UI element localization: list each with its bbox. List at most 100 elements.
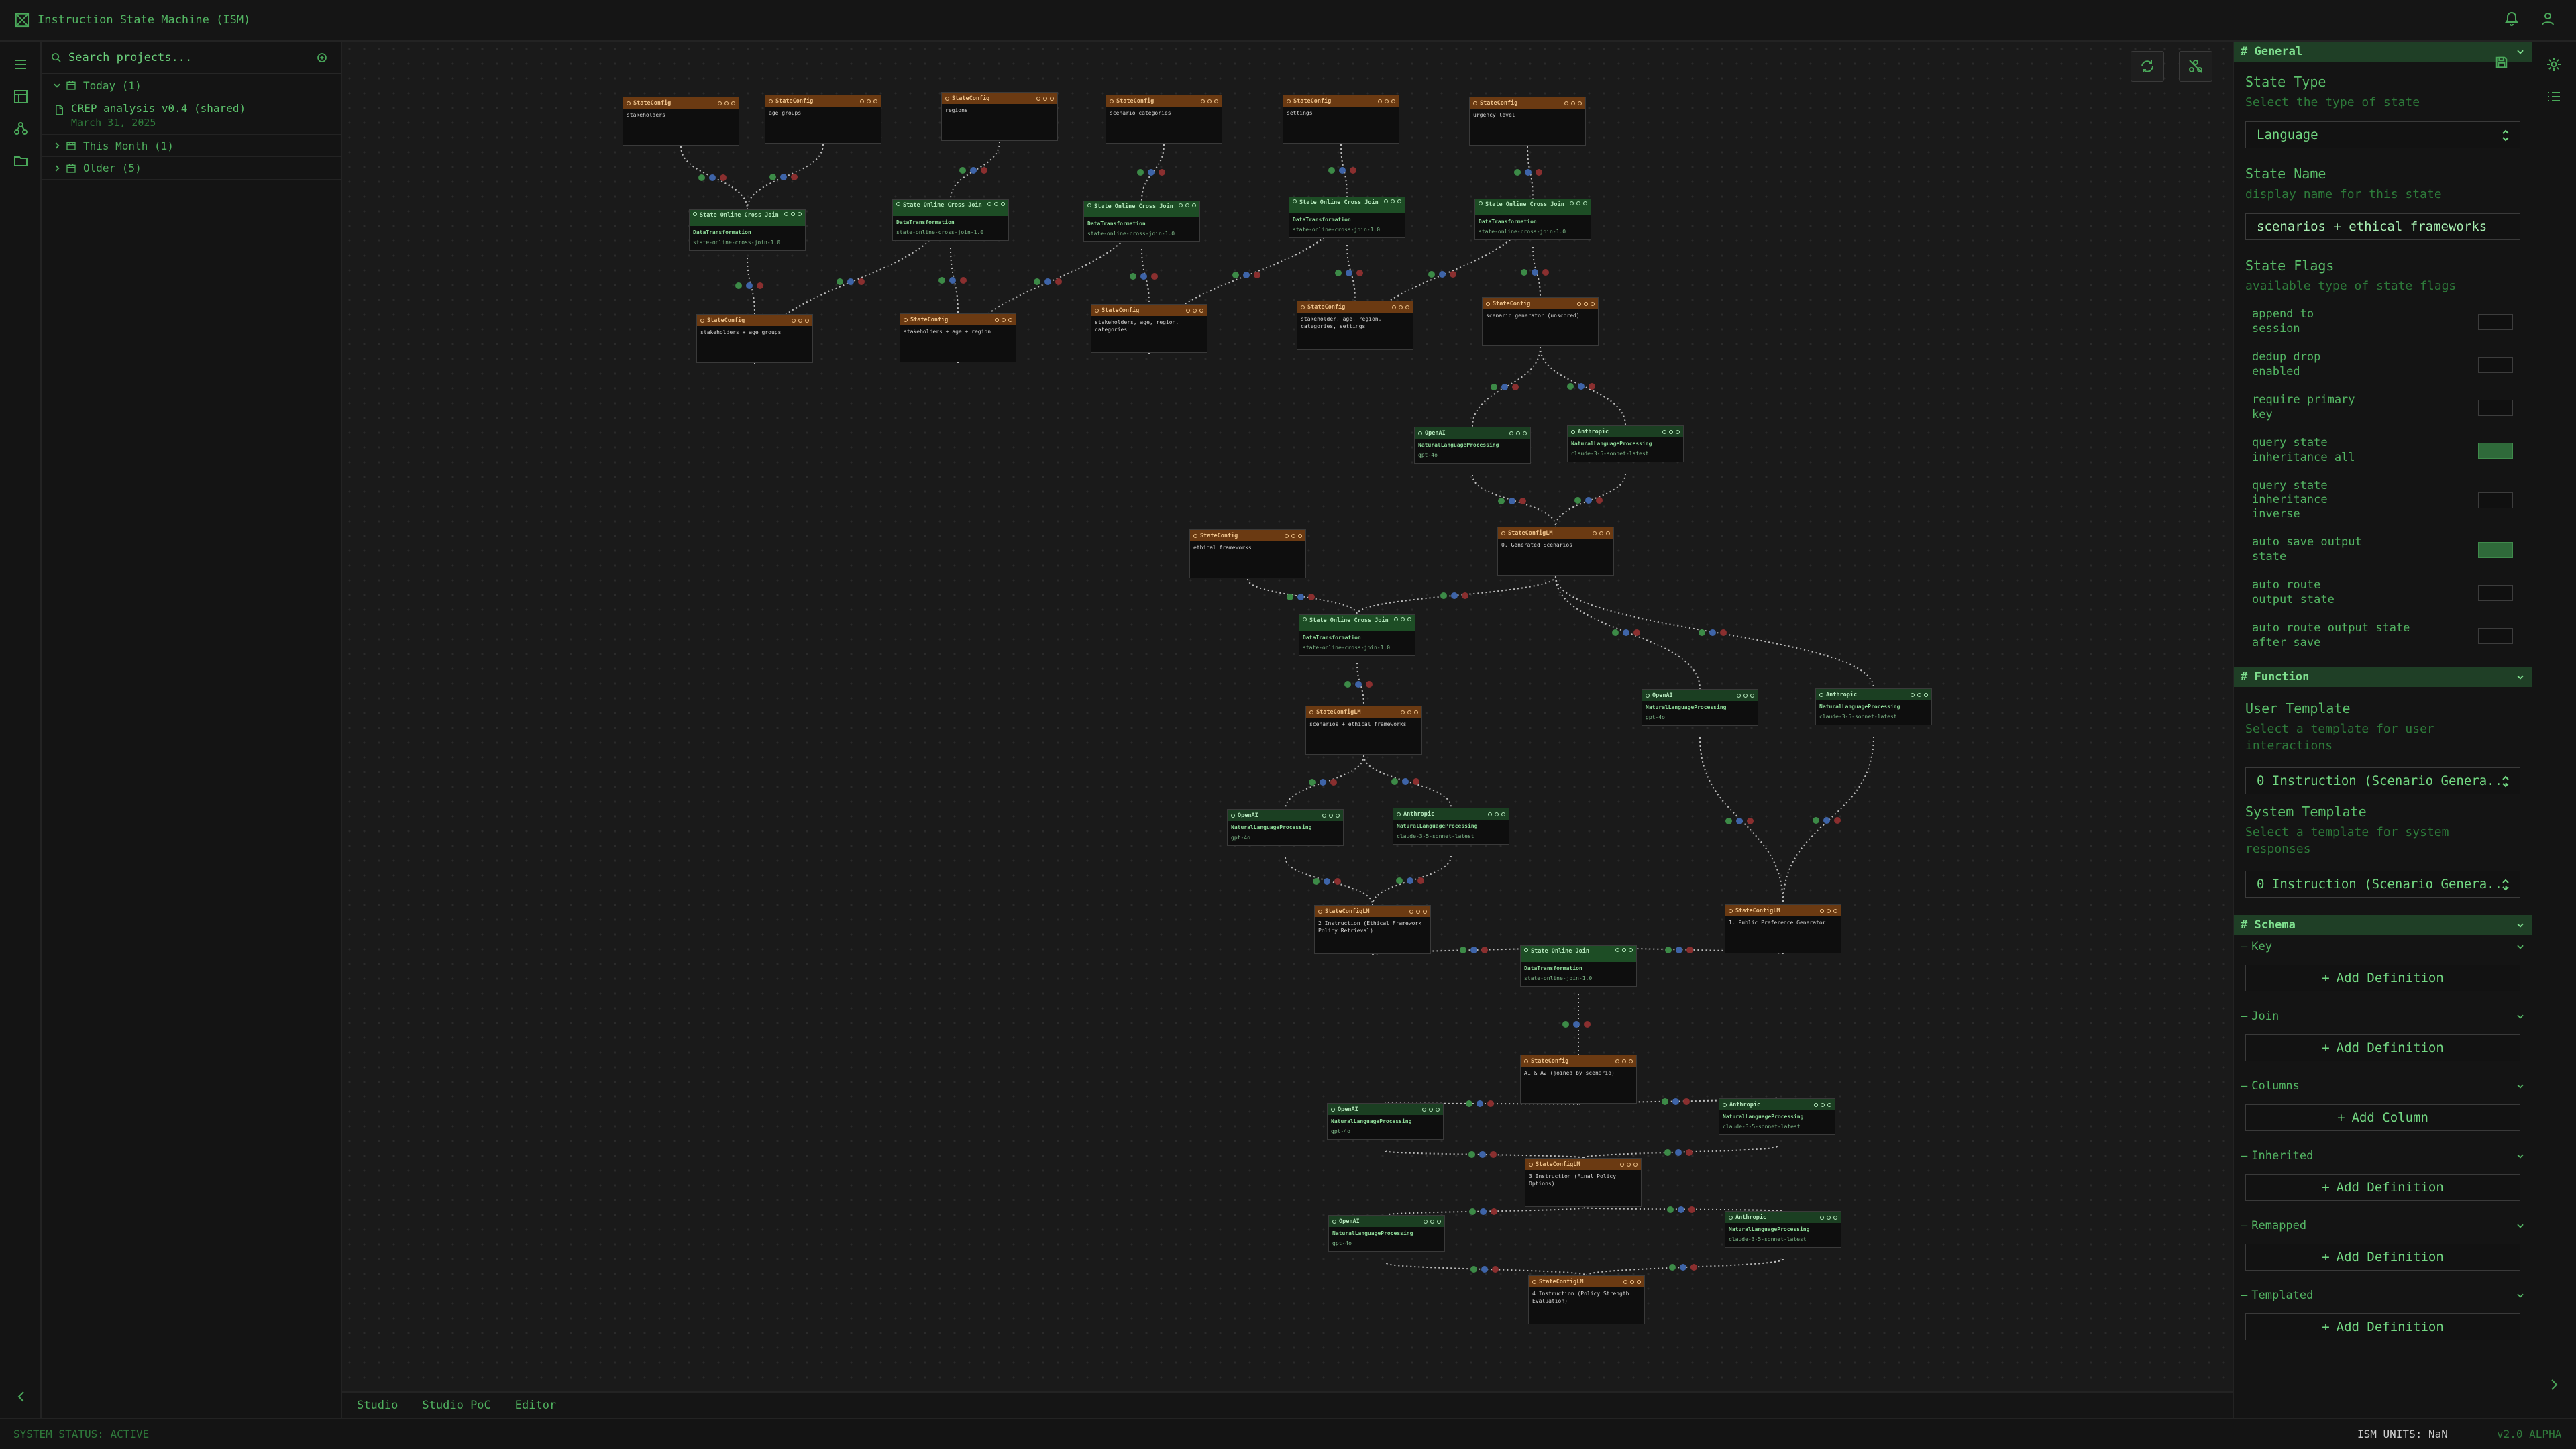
edge-stop-icon[interactable] [1349, 167, 1356, 174]
edge-stop-icon[interactable] [1519, 497, 1526, 504]
llm-node[interactable]: Anthropic NaturalLanguageProcessing claude… [1567, 425, 1684, 462]
edge-play-icon[interactable] [1812, 817, 1819, 824]
add-key-definition-button[interactable]: + Add Definition [2245, 965, 2520, 992]
cross-join-node[interactable]: State Online Cross Join DataTransformatio… [1083, 201, 1200, 242]
edge-play-icon[interactable] [1611, 629, 1619, 636]
edge-play-icon[interactable] [1034, 278, 1040, 285]
edge-filter-icon[interactable] [1319, 779, 1326, 786]
add-project-icon[interactable] [317, 52, 327, 63]
cross-join-node[interactable]: State Online Cross Join DataTransformatio… [1289, 197, 1405, 238]
edge-play-icon[interactable] [1664, 1148, 1671, 1156]
edge-play-icon[interactable] [1136, 169, 1144, 176]
llm-node[interactable]: Anthropic NaturalLanguageProcessing claude… [1719, 1098, 1835, 1135]
edge-filter-icon[interactable] [1736, 817, 1743, 824]
folder-icon[interactable] [13, 153, 29, 169]
node-actions[interactable] [1615, 948, 1633, 952]
edge-stop-icon[interactable] [1492, 1266, 1499, 1273]
edge-play-icon[interactable] [1335, 269, 1342, 276]
edge-play-icon[interactable] [959, 167, 966, 174]
collapse-left-icon[interactable] [13, 1389, 30, 1405]
schema-templated[interactable]: – Templated [2241, 1284, 2526, 1307]
state-config-node[interactable]: StateConfig stakeholder, age, region, cat… [1297, 301, 1413, 350]
llm-node[interactable]: OpenAI NaturalLanguageProcessing gpt-4o [1328, 1215, 1445, 1252]
edge-play-icon[interactable] [1664, 946, 1672, 953]
section-function[interactable]: # Function [2234, 666, 2532, 687]
edge-stop-icon[interactable] [1833, 817, 1841, 824]
node-actions[interactable] [1322, 813, 1340, 818]
group-this-month[interactable]: This Month (1) [42, 134, 341, 157]
schema-columns[interactable]: – Columns [2241, 1075, 2526, 1097]
add-join-definition-button[interactable]: + Add Definition [2245, 1034, 2520, 1062]
edge-stop-icon[interactable] [1633, 629, 1640, 636]
node-actions[interactable] [1186, 308, 1203, 313]
state-config-node[interactable]: StateConfigLM 1. Public Preference Genera… [1725, 904, 1841, 953]
database-icon[interactable] [13, 89, 29, 105]
edge-play-icon[interactable] [1520, 268, 1527, 276]
edge-stop-icon[interactable] [980, 167, 987, 174]
state-config-node[interactable]: StateConfig urgency level [1469, 97, 1586, 146]
edge-play-icon[interactable] [735, 282, 742, 289]
node-actions[interactable] [1401, 710, 1418, 714]
node-actions[interactable] [1623, 1279, 1641, 1284]
state-config-node[interactable]: StateConfig settings [1283, 95, 1399, 144]
edge-stop-icon[interactable] [1413, 778, 1419, 785]
edge-play-icon[interactable] [1232, 272, 1239, 278]
cross-join-node[interactable]: State Online Cross Join DataTransformatio… [1474, 199, 1591, 240]
edge-play-icon[interactable] [1129, 273, 1136, 280]
edge-play-icon[interactable] [1668, 1264, 1676, 1271]
edge-filter-icon[interactable] [1044, 278, 1051, 285]
tab-editor[interactable]: Editor [515, 1399, 556, 1412]
edge-stop-icon[interactable] [1417, 877, 1424, 884]
node-actions[interactable] [1820, 908, 1837, 913]
user-template-select[interactable]: 0 Instruction (Scenario Genera... [2245, 767, 2520, 794]
cross-join-node[interactable]: State Online Cross Join DataTransformatio… [1299, 614, 1415, 656]
edge-filter-icon[interactable] [745, 282, 753, 289]
edge-filter-icon[interactable] [1140, 273, 1147, 280]
add-inherited-definition-button[interactable]: + Add Definition [2245, 1174, 2520, 1201]
edge-stop-icon[interactable] [1055, 278, 1062, 285]
edge-stop-icon[interactable] [1487, 1100, 1494, 1107]
schema-join[interactable]: – Join [2241, 1005, 2526, 1028]
edge-stop-icon[interactable] [1334, 877, 1341, 885]
node-actions[interactable] [1593, 531, 1610, 535]
edge-stop-icon[interactable] [1588, 382, 1595, 390]
edge-filter-icon[interactable] [949, 277, 956, 284]
state-config-node[interactable]: StateConfigLM 3 Instruction (Final Policy… [1525, 1158, 1642, 1207]
edge-stop-icon[interactable] [1542, 268, 1549, 276]
edge-filter-icon[interactable] [1477, 1100, 1483, 1107]
edge-play-icon[interactable] [1395, 877, 1403, 884]
node-actions[interactable] [1814, 1102, 1831, 1107]
edge-play-icon[interactable] [938, 277, 945, 284]
edge-stop-icon[interactable] [1150, 273, 1158, 280]
add-templated-definition-button[interactable]: + Add Definition [2245, 1313, 2520, 1341]
node-actions[interactable] [1201, 99, 1218, 103]
llm-node[interactable]: Anthropic NaturalLanguageProcessing claude… [1815, 688, 1932, 725]
edge-play-icon[interactable] [1308, 779, 1316, 786]
llm-node[interactable]: OpenAI NaturalLanguageProcessing gpt-4o [1227, 809, 1344, 846]
state-config-node[interactable]: StateConfig stakeholders + age + region [900, 313, 1016, 362]
save-icon[interactable] [2494, 55, 2509, 70]
state-config-node[interactable]: StateConfig scenario categories [1106, 95, 1222, 144]
node-actions[interactable] [1392, 305, 1409, 309]
cross-join-node[interactable]: State Online Cross Join DataTransformatio… [689, 209, 806, 251]
node-actions[interactable] [1911, 692, 1928, 697]
edge-stop-icon[interactable] [1481, 947, 1488, 953]
node-actions[interactable] [860, 99, 877, 103]
edge-filter-icon[interactable] [1324, 877, 1330, 885]
edge-filter-icon[interactable] [1402, 778, 1409, 785]
node-actions[interactable] [1285, 533, 1302, 538]
node-actions[interactable] [1179, 203, 1196, 207]
llm-node[interactable]: Anthropic NaturalLanguageProcessing claude… [1725, 1211, 1841, 1248]
bell-icon[interactable] [2504, 11, 2520, 27]
edge-filter-icon[interactable] [1470, 947, 1477, 953]
edge-filter-icon[interactable] [708, 174, 716, 181]
system-template-select[interactable]: 0 Instruction (Scenario Genera... [2245, 871, 2520, 898]
node-actions[interactable] [1737, 693, 1754, 698]
section-general[interactable]: # General [2234, 42, 2532, 62]
node-actions[interactable] [1409, 909, 1427, 914]
edge-stop-icon[interactable] [719, 174, 727, 181]
flow-canvas[interactable]: StateConfig stakeholders StateConfig age gr… [342, 42, 2233, 1391]
edge-stop-icon[interactable] [1330, 779, 1337, 786]
state-config-node[interactable]: StateConfig A1 & A2 (joined by scenario) [1520, 1055, 1637, 1104]
schema-remapped[interactable]: – Remapped [2241, 1214, 2526, 1237]
